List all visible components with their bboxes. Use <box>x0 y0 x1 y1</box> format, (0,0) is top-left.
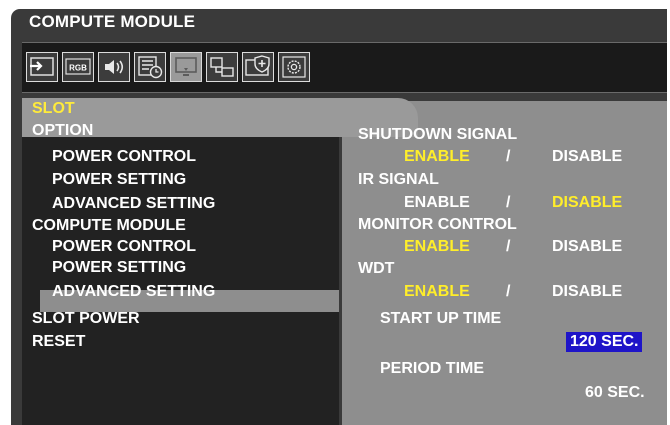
ir-signal-disable[interactable]: DISABLE <box>552 194 622 212</box>
display-icon[interactable] <box>170 52 202 82</box>
wdt-disable[interactable]: DISABLE <box>552 283 622 301</box>
shutdown-signal-disable[interactable]: DISABLE <box>552 148 622 166</box>
audio-icon[interactable] <box>98 52 130 82</box>
shutdown-signal-separator: / <box>506 148 511 165</box>
schedule-icon[interactable] <box>134 52 166 82</box>
menu-item-reset[interactable]: RESET <box>32 333 85 351</box>
monitor-control-label: MONITOR CONTROL <box>358 216 517 233</box>
rgb-label: RGB <box>69 64 87 73</box>
input-icon[interactable] <box>26 52 58 82</box>
shutdown-signal-label: SHUTDOWN SIGNAL <box>358 126 518 143</box>
ir-signal-enable[interactable]: ENABLE <box>404 194 470 212</box>
shutdown-signal-enable[interactable]: ENABLE <box>404 148 470 166</box>
osd-toolbar: RGB <box>22 42 667 93</box>
start-up-time-value[interactable]: 120 SEC. <box>566 332 643 352</box>
network-icon[interactable] <box>206 52 238 82</box>
rgb-icon[interactable]: RGB <box>62 52 94 82</box>
wdt-label: WDT <box>358 260 395 277</box>
protect-icon[interactable] <box>242 52 274 82</box>
osd-title: COMPUTE MODULE <box>29 12 196 31</box>
menu-item-cm-advanced-setting[interactable]: ADVANCED SETTING <box>52 283 215 301</box>
menu-item-slot[interactable]: SLOT <box>32 100 75 118</box>
menu-item-slot-power[interactable]: SLOT POWER <box>32 310 140 328</box>
period-time-label: PERIOD TIME <box>380 360 485 377</box>
monitor-control-enable[interactable]: ENABLE <box>404 238 470 256</box>
ir-signal-separator: / <box>506 194 511 211</box>
period-time-value[interactable]: 60 SEC. <box>585 384 645 402</box>
menu-item-cm-power-setting[interactable]: POWER SETTING <box>52 259 186 277</box>
osd-window: COMPUTE MODULE RGB SLOT OPTION POWER CON… <box>11 9 667 425</box>
wdt-enable[interactable]: ENABLE <box>404 283 470 301</box>
wdt-separator: / <box>506 283 511 300</box>
menu-item-option[interactable]: OPTION <box>32 122 93 140</box>
menu-item-cm-power-control[interactable]: POWER CONTROL <box>52 238 196 256</box>
menu-item-option-advanced-setting[interactable]: ADVANCED SETTING <box>52 195 215 213</box>
ir-signal-label: IR SIGNAL <box>358 171 439 188</box>
menu-item-option-power-setting[interactable]: POWER SETTING <box>52 171 186 189</box>
settings-icon[interactable] <box>278 52 310 82</box>
start-up-time-label: START UP TIME <box>380 310 502 327</box>
menu-item-option-power-control[interactable]: POWER CONTROL <box>52 148 196 166</box>
monitor-control-disable[interactable]: DISABLE <box>552 238 622 256</box>
monitor-control-separator: / <box>506 238 511 255</box>
menu-item-compute-module[interactable]: COMPUTE MODULE <box>32 217 186 235</box>
